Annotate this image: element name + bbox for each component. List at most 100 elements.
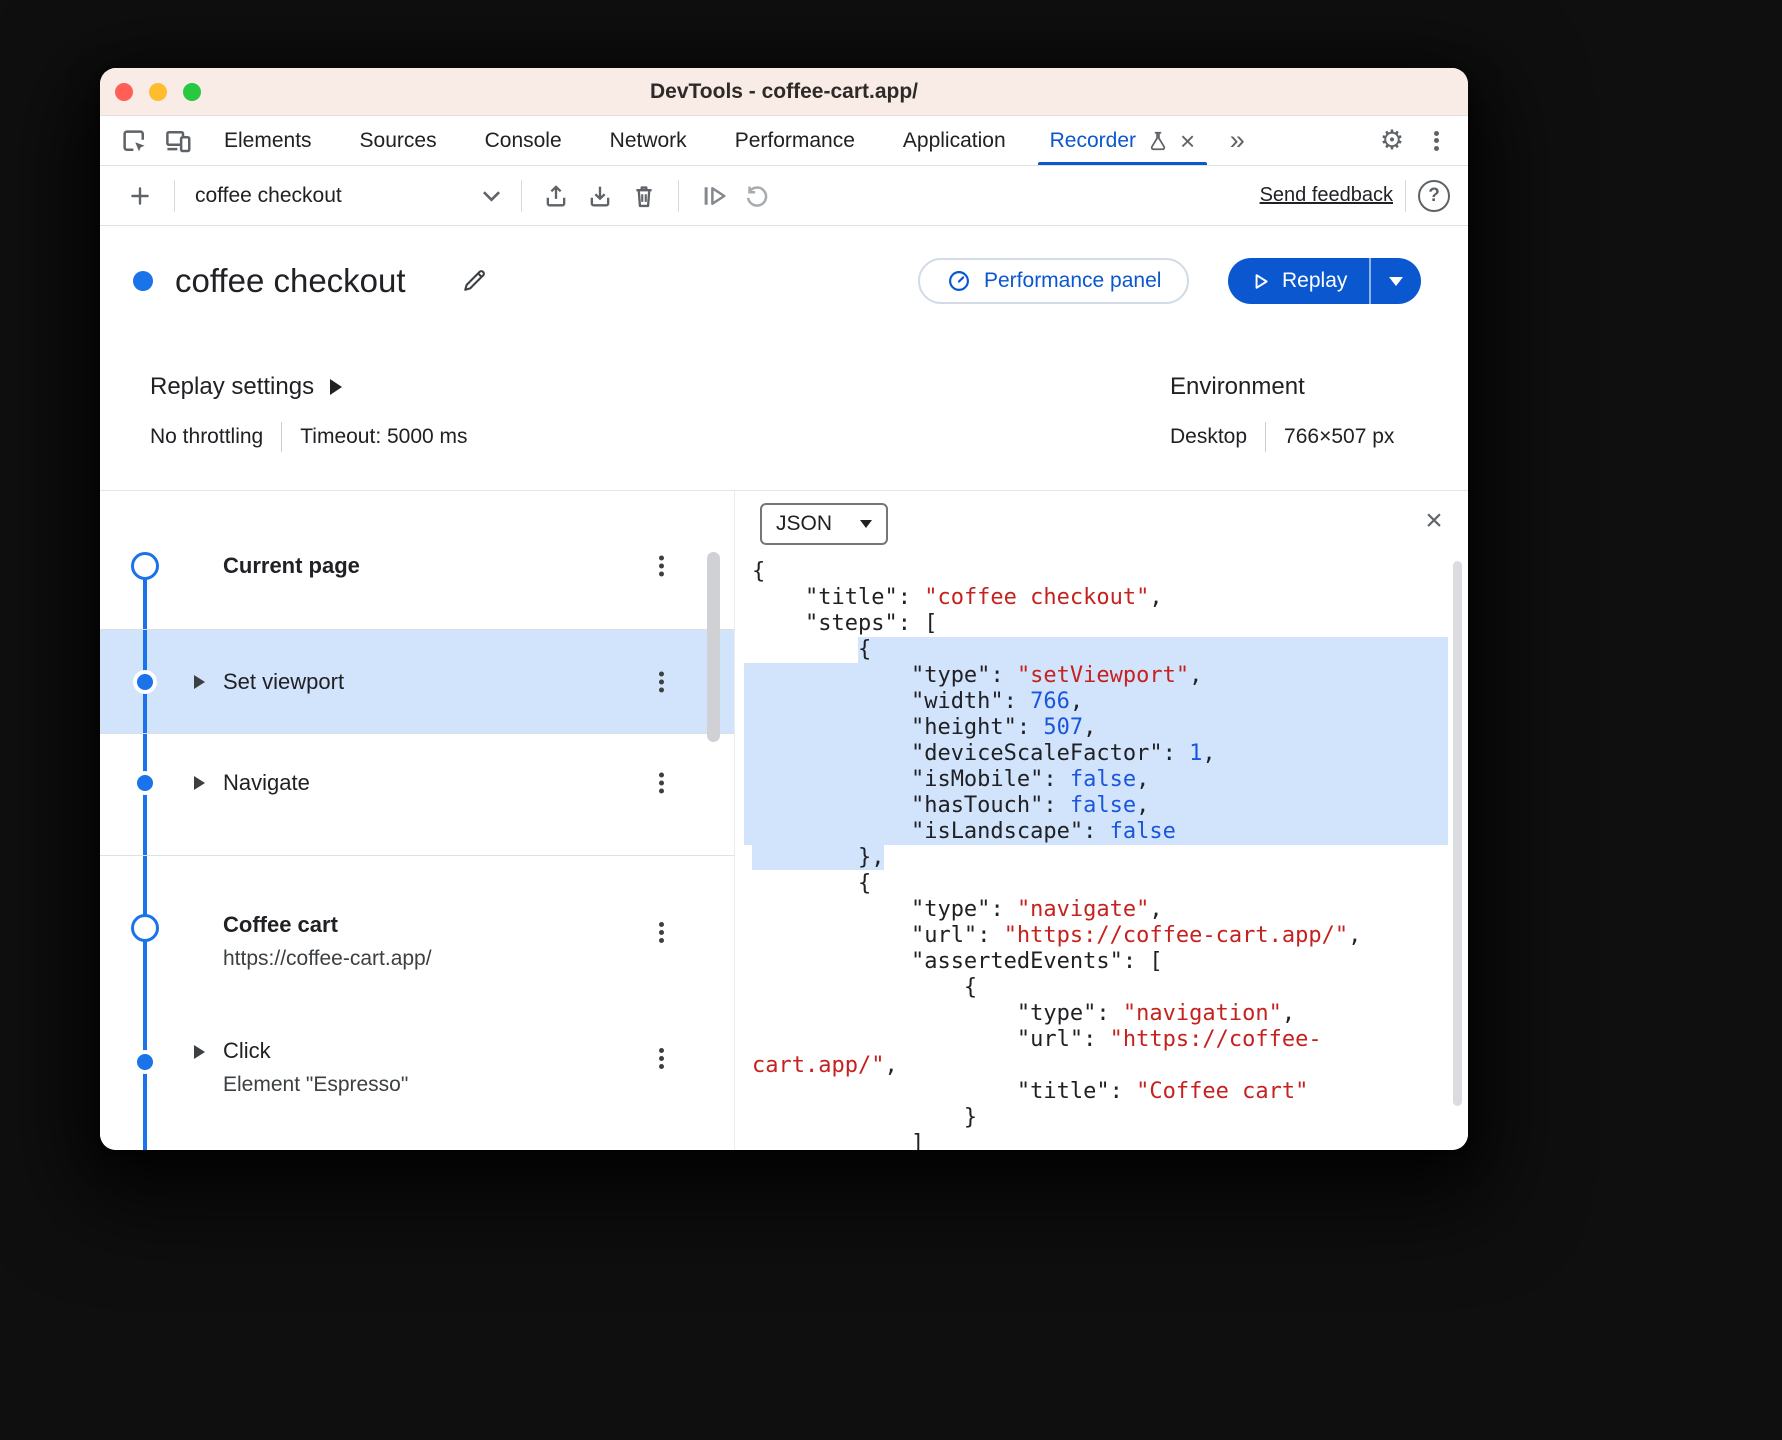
code-line: "type": "setViewport",: [744, 663, 1448, 689]
recorder-tab[interactable]: Recorder ×: [1030, 116, 1216, 165]
format-select[interactable]: JSON: [760, 503, 888, 545]
divider: [1265, 422, 1266, 452]
replay-button[interactable]: Replay: [1228, 258, 1369, 304]
code-line: "isLandscape": false: [744, 819, 1448, 845]
json-code[interactable]: { "title": "coffee checkout", "steps": […: [744, 559, 1448, 1150]
replay-dropdown-button[interactable]: [1369, 258, 1421, 304]
recording-title: coffee checkout: [175, 253, 406, 309]
export-icon: [542, 182, 570, 210]
import-recording-button[interactable]: [578, 182, 622, 210]
plus-icon: [127, 183, 153, 209]
code-line: {: [744, 637, 1448, 663]
code-line: cart.app/",: [744, 1053, 1448, 1079]
step-row-coffee-cart[interactable]: Coffee cart https://coffee-cart.app/: [100, 898, 734, 984]
replay-toolbar-button[interactable]: [735, 181, 779, 211]
inspect-icon: [119, 126, 149, 156]
send-feedback-link[interactable]: Send feedback: [1260, 184, 1393, 207]
step-row-click[interactable]: ClickElement "Espresso": [100, 1024, 734, 1110]
json-close-button[interactable]: ×: [1414, 501, 1454, 541]
recorder-tab-close-button[interactable]: ×: [1180, 128, 1195, 154]
json-scrollbar[interactable]: [1453, 561, 1462, 1106]
code-line: },: [744, 845, 1448, 871]
step-node-icon: [137, 775, 153, 791]
step-row-navigate[interactable]: Navigate: [100, 748, 734, 818]
tab-application[interactable]: Application: [879, 116, 1030, 165]
tabbar-spacer: [1259, 116, 1370, 165]
recorder-toolbar: coffee checkout: [100, 166, 1468, 226]
pencil-icon: [460, 267, 488, 295]
divider: [100, 733, 734, 734]
step-row-current-page[interactable]: Current page: [100, 538, 734, 594]
edit-title-button[interactable]: [452, 259, 496, 303]
throttling-value: No throttling: [150, 425, 263, 449]
step-label: Set viewport: [223, 669, 344, 695]
code-line: "steps": [: [744, 611, 1448, 637]
zoom-window-button[interactable]: [183, 83, 201, 101]
settings-button[interactable]: ⚙: [1370, 116, 1414, 165]
divider: [678, 180, 679, 212]
device-toolbar-button[interactable]: [156, 116, 200, 165]
replay-settings-label: Replay settings: [150, 373, 314, 401]
code-line: }: [744, 1105, 1448, 1131]
add-recording-button[interactable]: [118, 183, 162, 209]
step-label: Click: [223, 1038, 408, 1064]
tab-sources[interactable]: Sources: [336, 116, 461, 165]
dropdown-arrow-icon: [860, 520, 872, 528]
dropdown-arrow-icon: [1389, 277, 1403, 286]
inspect-button[interactable]: [112, 116, 156, 165]
step-sub: https://coffee-cart.app/: [223, 947, 432, 971]
tab-console[interactable]: Console: [461, 116, 586, 165]
titlebar: DevTools - coffee-cart.app/: [100, 68, 1468, 116]
step-over-replay-button[interactable]: [691, 181, 735, 211]
expand-triangle-icon[interactable]: [194, 1045, 205, 1059]
environment-section: Environment Desktop 766×507 px: [1170, 368, 1394, 452]
environment-device: Desktop: [1170, 425, 1247, 449]
environment-label: Environment: [1170, 373, 1305, 401]
steps-scrollbar[interactable]: [707, 552, 720, 742]
divider: [281, 422, 282, 452]
code-line: "height": 507,: [744, 715, 1448, 741]
code-line: "url": "https://coffee-: [744, 1027, 1448, 1053]
performance-panel-label: Performance panel: [984, 269, 1161, 293]
divider: [1405, 180, 1406, 212]
tab-performance[interactable]: Performance: [711, 116, 879, 165]
replay-settings-toggle[interactable]: Replay settings: [150, 368, 468, 406]
replay-settings-section: Replay settings No throttling Timeout: 5…: [150, 368, 468, 452]
code-line: "type": "navigation",: [744, 1001, 1448, 1027]
step-menu-button[interactable]: [655, 1041, 668, 1076]
delete-recording-button[interactable]: [622, 182, 666, 210]
kebab-icon: [1434, 128, 1439, 153]
step-menu-button[interactable]: [655, 915, 668, 950]
step-menu-button[interactable]: [655, 549, 668, 584]
minimize-window-button[interactable]: [149, 83, 167, 101]
gear-icon: ⚙: [1380, 125, 1404, 156]
step-label: Navigate: [223, 770, 310, 796]
step-label: Current page: [223, 553, 360, 579]
recording-select[interactable]: coffee checkout: [187, 184, 509, 208]
step-node-icon: [137, 1054, 153, 1070]
replay-button-label: Replay: [1282, 269, 1347, 293]
recorder-tab-label: Recorder: [1050, 129, 1136, 153]
environment-viewport: 766×507 px: [1284, 425, 1394, 449]
divider: [174, 180, 175, 212]
performance-panel-button[interactable]: Performance panel: [918, 258, 1189, 304]
step-node-icon: [137, 674, 153, 690]
help-button[interactable]: ?: [1418, 180, 1450, 212]
expand-triangle-icon[interactable]: [194, 776, 205, 790]
disclosure-triangle-icon: [330, 379, 342, 395]
format-select-label: JSON: [776, 512, 832, 536]
expand-triangle-icon[interactable]: [194, 675, 205, 689]
tab-elements[interactable]: Elements: [200, 116, 336, 165]
step-menu-button[interactable]: [655, 766, 668, 801]
code-line: "assertedEvents": [: [744, 949, 1448, 975]
main-menu-button[interactable]: [1414, 116, 1458, 165]
step-label: Coffee cart: [223, 912, 432, 938]
close-window-button[interactable]: [115, 83, 133, 101]
export-recording-button[interactable]: [534, 182, 578, 210]
step-menu-button[interactable]: [655, 664, 668, 699]
tab-network[interactable]: Network: [586, 116, 711, 165]
divider: [521, 180, 522, 212]
more-tabs-button[interactable]: »: [1215, 116, 1259, 165]
step-row-set-viewport[interactable]: Set viewport: [100, 630, 734, 733]
divider: [100, 855, 734, 856]
